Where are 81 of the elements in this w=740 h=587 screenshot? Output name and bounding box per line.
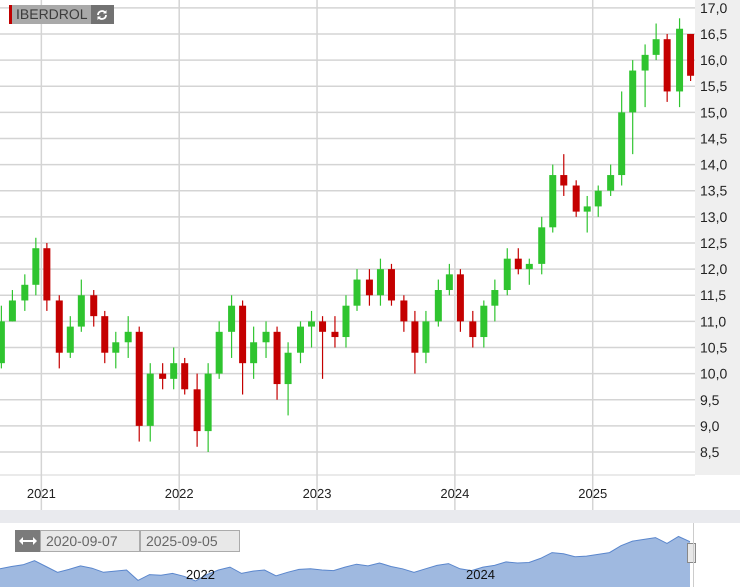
axis-label: 2023	[302, 486, 332, 501]
timeline-label: 2024	[466, 567, 495, 582]
end-date-field[interactable]: 2025-09-05	[140, 530, 240, 552]
candlestick	[400, 295, 408, 332]
candlestick	[159, 363, 166, 390]
candlestick	[342, 295, 350, 348]
candlestick	[514, 248, 522, 274]
candlestick	[538, 216, 546, 274]
candlestick	[262, 321, 270, 358]
candlestick	[319, 316, 326, 379]
axis-label: 11,5	[700, 287, 726, 304]
candlestick	[354, 269, 360, 311]
candlestick	[32, 238, 40, 296]
axis-label: 10,5	[700, 340, 728, 356]
candlestick	[297, 321, 304, 364]
candlestick	[124, 316, 132, 358]
axis-label: 8,5	[700, 444, 720, 460]
candlestick	[308, 310, 316, 348]
candlestick	[90, 290, 98, 327]
axis-label: 9,5	[700, 392, 720, 408]
candlestick	[181, 358, 188, 395]
candlestick	[376, 258, 384, 306]
axis-label: 14,0	[700, 156, 728, 173]
candlestick	[526, 258, 533, 285]
candlestick	[331, 316, 338, 348]
candlestick	[422, 310, 430, 364]
refresh-button[interactable]	[90, 5, 114, 24]
axis-label: 10,0	[700, 366, 728, 382]
refresh-icon	[96, 8, 108, 20]
candlestick	[434, 280, 442, 327]
candlestick	[366, 269, 373, 306]
axis-label: 12,5	[700, 234, 728, 251]
candlestick	[504, 248, 511, 296]
axis-label: 12,0	[700, 261, 728, 278]
axis-label: 11,0	[700, 313, 726, 330]
candlestick	[480, 300, 488, 348]
candlestick	[594, 186, 602, 217]
axis-label: 13,0	[700, 208, 728, 225]
start-date-field[interactable]: 2020-09-07	[40, 530, 140, 552]
candlestick	[572, 180, 580, 217]
candlestick	[250, 326, 258, 379]
candlestick	[469, 310, 476, 348]
candlestick	[66, 316, 74, 358]
candlestick	[456, 269, 464, 332]
axis-label: 16,5	[700, 26, 728, 42]
candlestick	[687, 34, 694, 81]
candlestick	[8, 290, 16, 322]
candlestick	[607, 164, 614, 196]
candlestick	[216, 321, 223, 379]
candlestick	[78, 280, 85, 332]
candlestick	[664, 34, 671, 102]
axis-label: 2024	[440, 486, 470, 501]
axis-label: 13,5	[700, 182, 728, 199]
candlestick	[21, 274, 28, 311]
candlestick	[228, 295, 236, 358]
candlestick	[170, 348, 178, 390]
candlestick	[446, 264, 453, 296]
axis-label: 16,0	[700, 52, 728, 68]
range-button[interactable]	[15, 530, 40, 552]
axis-label: 2025	[578, 486, 608, 501]
chart-title: IBERDROL	[9, 5, 91, 24]
axis-label: 15,5	[700, 78, 728, 94]
candlestick	[652, 24, 660, 60]
candlestick	[560, 154, 568, 196]
candlestick	[549, 164, 556, 233]
axis-label: 17,0	[700, 0, 728, 16]
axis-label: 2021	[26, 486, 56, 501]
candlestick	[411, 310, 418, 374]
candlestick	[101, 310, 108, 364]
axis-label: 15,0	[700, 104, 728, 120]
candlestick	[584, 196, 591, 233]
candlestick	[642, 44, 649, 108]
candlestick	[0, 306, 5, 368]
axis-label: 9,0	[700, 418, 720, 434]
candlestick	[112, 332, 120, 368]
axis-label: 14,5	[700, 130, 728, 146]
candlestick	[388, 264, 395, 306]
candlestick	[491, 280, 498, 322]
double-arrow-icon	[18, 537, 36, 545]
candlestick	[43, 242, 50, 311]
axis-label: 2022	[164, 486, 194, 501]
